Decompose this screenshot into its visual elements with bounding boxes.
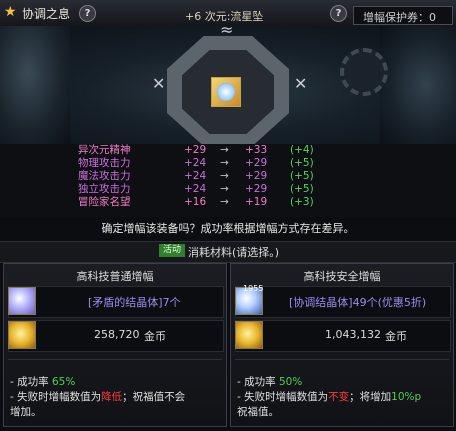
- success-rate: - 成功率 65%: [10, 374, 75, 389]
- stat-old: +16: [184, 196, 207, 208]
- stat-name: 魔法攻击力: [78, 170, 131, 182]
- blessing-value: 10%: [391, 391, 415, 403]
- blessing-unit: p: [414, 391, 422, 403]
- gold-unit: 金币: [385, 330, 407, 343]
- blessing-label: ；将增加: [349, 391, 392, 403]
- success-rate-label: - 成功率: [237, 376, 279, 388]
- fail-effect-cont: 增加。: [10, 406, 42, 418]
- fail-effect-cont: 祝福值。: [237, 406, 279, 418]
- stat-old: +24: [184, 183, 207, 195]
- stat-row: 魔法攻击力 +24 → +29 (+5): [0, 170, 456, 182]
- gold-coin-icon: [8, 321, 36, 349]
- fail-effect-value: 不变: [328, 391, 350, 403]
- star-icon: ★: [4, 4, 17, 20]
- fail-effect-label: - 失败时增幅数值为: [10, 391, 102, 403]
- stat-new: +29: [245, 183, 268, 195]
- fail-effect-value: 降低: [101, 391, 123, 403]
- stat-row: 物理攻击力 +24 → +29 (+5): [0, 157, 456, 169]
- stat-row: 异次元精神 +29 → +33 (+4): [0, 144, 456, 156]
- success-rate-value: 65%: [51, 376, 76, 388]
- stat-name: 冒险家名望: [78, 196, 131, 208]
- skull-statue-image: [0, 26, 70, 144]
- gold-unit: 金币: [144, 330, 166, 343]
- stat-diff: (+4): [290, 144, 314, 156]
- material-text: [矛盾的结晶体]7个: [88, 296, 181, 309]
- gold-amount: 1,043,132: [325, 328, 381, 341]
- gear-decoration: [340, 48, 388, 96]
- stat-new: +19: [245, 196, 268, 208]
- stat-diff: (+5): [290, 170, 314, 182]
- stat-old: +24: [184, 170, 207, 182]
- fail-effect-label: - 失败时增幅数值为: [237, 391, 329, 403]
- arrow-icon: →: [220, 144, 229, 156]
- crystal-icon: [8, 287, 36, 315]
- protect-help-icon[interactable]: ?: [330, 5, 347, 22]
- stat-preview: 异次元精神 +29 → +33 (+4) 物理攻击力 +24 → +29 (+5…: [0, 144, 456, 217]
- material-text: [协调结晶体]49个(优惠5折): [289, 296, 427, 309]
- stat-row: 独立攻击力 +24 → +29 (+5): [0, 183, 456, 195]
- stat-new: +29: [245, 157, 268, 169]
- divider: [235, 359, 449, 360]
- robed-statue-image: [380, 26, 456, 144]
- success-rate: - 成功率 50%: [237, 374, 302, 389]
- gold-amount: 258,720: [94, 328, 140, 341]
- option-title: 高科技普通增幅: [76, 270, 154, 283]
- rune-left: ✕: [152, 74, 166, 93]
- normal-enhance-option[interactable]: 高科技普通增幅 [矛盾的结晶体]7个 258,720 金币 - 成功率 65% …: [3, 263, 227, 427]
- quantity-badge: 1955: [243, 284, 264, 293]
- stat-row: 冒险家名望 +16 → +19 (+3): [0, 196, 456, 208]
- arrow-icon: →: [220, 157, 229, 169]
- fail-effect: - 失败时增幅数值为降低；祝福值不会: [10, 389, 185, 404]
- blessing-label: ；祝福值不会: [122, 391, 186, 403]
- stat-diff: (+3): [290, 196, 314, 208]
- arrow-icon: →: [220, 170, 229, 182]
- stat-new: +29: [245, 170, 268, 182]
- protect-ticket-label: 增幅保护券：0: [363, 11, 436, 24]
- help-icon[interactable]: ?: [79, 5, 96, 22]
- rune-top: ≈: [220, 26, 234, 39]
- confirm-message: 确定增幅该装备吗？成功率根据增幅方式存在差异。: [101, 222, 355, 235]
- activity-badge: 活动: [159, 244, 185, 257]
- success-rate-label: - 成功率: [10, 376, 52, 388]
- arrow-icon: →: [220, 183, 229, 195]
- stat-name: 物理攻击力: [78, 157, 131, 169]
- window-title: 协调之息: [22, 7, 71, 21]
- gold-coin-icon: [235, 321, 263, 349]
- consume-label: 消耗材料(请选择。): [188, 246, 280, 259]
- stat-name: 独立攻击力: [78, 183, 131, 195]
- arrow-icon: →: [220, 196, 229, 208]
- stat-diff: (+5): [290, 157, 314, 169]
- stat-old: +29: [184, 144, 207, 156]
- enchant-scene: ✕ ✕ ≈: [0, 26, 456, 144]
- stat-new: +33: [245, 144, 268, 156]
- stat-diff: (+5): [290, 183, 314, 195]
- option-title: 高科技安全增幅: [303, 270, 381, 283]
- item-name: +6 次元:流星坠: [185, 10, 264, 23]
- equipment-icon: [217, 83, 235, 101]
- fail-effect: - 失败时增幅数值为不变；将增加10%p: [237, 389, 421, 404]
- rune-right: ✕: [294, 74, 308, 93]
- divider: [8, 359, 222, 360]
- stat-old: +24: [184, 157, 207, 169]
- stat-name: 异次元精神: [78, 144, 131, 156]
- success-rate-value: 50%: [278, 376, 303, 388]
- safe-enhance-option[interactable]: 高科技安全增幅 1955 [协调结晶体]49个(优惠5折) 1,043,132 …: [230, 263, 454, 427]
